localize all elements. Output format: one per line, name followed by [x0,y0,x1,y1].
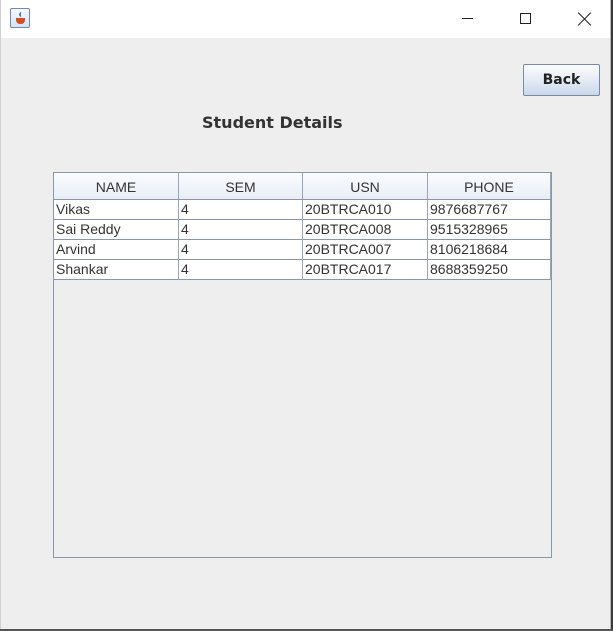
title-bar[interactable] [1,0,610,38]
cell-name[interactable]: Arvind [54,240,179,260]
page-title: Student Details [202,113,343,132]
cell-sem[interactable]: 4 [179,240,303,260]
cell-usn[interactable]: 20BTRCA007 [303,240,428,260]
cell-phone[interactable]: 9876687767 [428,200,551,220]
application-window: Back Student Details NAME SEM USN PHONE … [0,0,611,631]
java-app-icon[interactable] [10,8,30,28]
column-header-usn[interactable]: USN [303,173,428,199]
minimize-button[interactable] [438,0,496,38]
cell-usn[interactable]: 20BTRCA017 [303,260,428,280]
cell-usn[interactable]: 20BTRCA008 [303,220,428,240]
back-button[interactable]: Back [523,64,600,96]
table-row[interactable]: Vikas 4 20BTRCA010 9876687767 [54,200,551,220]
java-cup-shape [16,18,25,24]
maximize-icon [520,13,531,24]
cell-phone[interactable]: 9515328965 [428,220,551,240]
table-row[interactable]: Arvind 4 20BTRCA007 8106218684 [54,240,551,260]
table-row[interactable]: Sai Reddy 4 20BTRCA008 9515328965 [54,220,551,240]
maximize-button[interactable] [497,0,555,38]
table-body: Vikas 4 20BTRCA010 9876687767 Sai Reddy … [54,200,551,280]
column-header-name[interactable]: NAME [54,173,179,199]
minimize-icon [462,18,473,19]
java-steam-shape [19,12,24,17]
cell-name[interactable]: Shankar [54,260,179,280]
cell-phone[interactable]: 8106218684 [428,240,551,260]
table-header: NAME SEM USN PHONE [54,173,551,200]
cell-sem[interactable]: 4 [179,200,303,220]
column-header-phone[interactable]: PHONE [428,173,551,199]
column-header-sem[interactable]: SEM [179,173,303,199]
student-table[interactable]: NAME SEM USN PHONE Vikas 4 20BTRCA010 98… [53,172,552,558]
cell-name[interactable]: Vikas [54,200,179,220]
table-row[interactable]: Shankar 4 20BTRCA017 8688359250 [54,260,551,280]
close-button[interactable] [555,0,610,38]
cell-sem[interactable]: 4 [179,260,303,280]
cell-usn[interactable]: 20BTRCA010 [303,200,428,220]
cell-phone[interactable]: 8688359250 [428,260,551,280]
cell-name[interactable]: Sai Reddy [54,220,179,240]
cell-sem[interactable]: 4 [179,220,303,240]
close-icon [578,12,592,26]
